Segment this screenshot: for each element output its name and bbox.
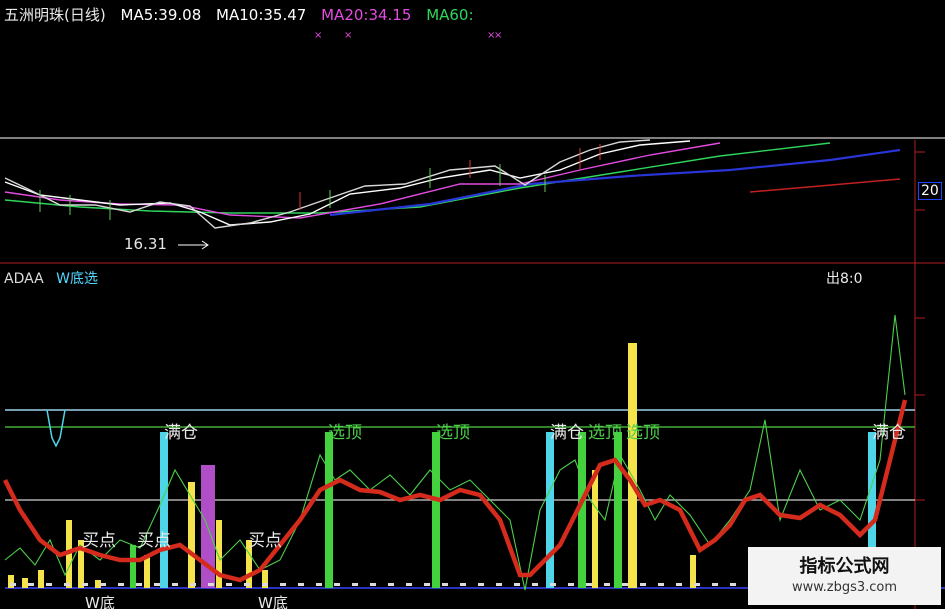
ma60-label: MA60: bbox=[426, 6, 474, 24]
baseline-tick bbox=[172, 583, 178, 586]
spike-marker bbox=[46, 409, 66, 448]
baseline-tick bbox=[424, 583, 430, 586]
signal-full-pos-1: 满仓 bbox=[164, 423, 198, 443]
baseline-tick bbox=[622, 583, 628, 586]
baseline-tick bbox=[550, 583, 556, 586]
baseline-tick bbox=[298, 583, 304, 586]
baseline-tick bbox=[496, 583, 502, 586]
baseline-tick bbox=[244, 583, 250, 586]
baseline-tick bbox=[532, 583, 538, 586]
indicator-bar bbox=[325, 432, 333, 588]
indicator-bar bbox=[592, 470, 598, 588]
svg-text:×: × bbox=[494, 30, 502, 41]
right-axis-value: 20 bbox=[918, 182, 942, 200]
baseline-tick bbox=[730, 583, 736, 586]
ma-blue-line bbox=[329, 148, 901, 217]
ma60-line bbox=[4, 142, 831, 214]
baseline-tick bbox=[460, 583, 466, 586]
signal-select-top-4: 选顶 bbox=[626, 423, 660, 443]
baseline-tick bbox=[586, 583, 592, 586]
signal-buy-point-3: 买点 bbox=[248, 531, 282, 551]
indicator-bar bbox=[432, 432, 440, 588]
signal-full-pos-3: 满仓 bbox=[872, 423, 906, 443]
ma-legend: 五洲明珠(日线) MA5:39.08 MA10:35.47 MA20:34.15… bbox=[4, 4, 484, 28]
watermark-title: 指标公式网 bbox=[799, 556, 890, 577]
baseline-tick bbox=[658, 583, 664, 586]
signal-w-bottom-1: W底 bbox=[85, 594, 115, 609]
baseline-tick bbox=[46, 583, 52, 586]
indicator-bars bbox=[8, 343, 876, 588]
ma10-label: MA10:35.47 bbox=[216, 6, 307, 24]
watermark-url: www.zbgs3.com bbox=[791, 580, 898, 595]
baseline-tick bbox=[154, 583, 160, 586]
baseline-tick bbox=[568, 583, 574, 586]
baseline-tick bbox=[712, 583, 718, 586]
baseline-tick bbox=[208, 583, 214, 586]
stock-chart-window: × × × × 五洲明珠(日线) MA5:39.08 MA10:35.47 MA… bbox=[0, 0, 945, 609]
indicator-bar bbox=[216, 520, 222, 588]
legend-marks: × × × × bbox=[314, 30, 502, 41]
baseline-tick bbox=[388, 583, 394, 586]
ma20-line bbox=[4, 142, 721, 219]
baseline-tick bbox=[514, 583, 520, 586]
baseline-tick bbox=[190, 583, 196, 586]
ma5-line bbox=[4, 139, 651, 229]
signal-select-top-2: 选顶 bbox=[436, 423, 470, 443]
indicator-bar bbox=[8, 575, 14, 588]
indicator-bar bbox=[546, 432, 554, 588]
stock-name-label: 五洲明珠(日线) bbox=[4, 6, 106, 24]
ma-lines bbox=[4, 139, 901, 229]
indicator-bar bbox=[22, 578, 28, 588]
baseline-tick bbox=[28, 583, 34, 586]
indicator-name: ADAA bbox=[4, 271, 44, 287]
signal-select-top-3: 选顶 bbox=[588, 423, 622, 443]
price-low-label: 16.31 bbox=[124, 235, 167, 253]
indicator-header: ADAA W底选 bbox=[4, 268, 98, 288]
baseline-tick bbox=[640, 583, 646, 586]
baseline-tick bbox=[352, 583, 358, 586]
baseline-tick bbox=[280, 583, 286, 586]
baseline-tick bbox=[100, 583, 106, 586]
baseline-tick bbox=[316, 583, 322, 586]
signal-w-bottom-2: W底 bbox=[258, 594, 288, 609]
baseline-tick bbox=[226, 583, 232, 586]
baseline-tick bbox=[370, 583, 376, 586]
baseline-tick bbox=[604, 583, 610, 586]
baseline-tick bbox=[478, 583, 484, 586]
baseline-tick bbox=[136, 583, 142, 586]
baseline-tick bbox=[10, 583, 16, 586]
baseline-tick bbox=[442, 583, 448, 586]
indicator-bar bbox=[38, 570, 44, 588]
signal-full-pos-2: 满仓 bbox=[550, 423, 584, 443]
right-axis-ticks bbox=[915, 151, 925, 501]
baseline-tick bbox=[334, 583, 340, 586]
baseline-tick bbox=[118, 583, 124, 586]
signal-buy-point-1: 买点 bbox=[82, 531, 116, 551]
baseline-tick bbox=[694, 583, 700, 586]
signal-buy-point-2: 买点 bbox=[137, 531, 171, 551]
ma20-label: MA20:34.15 bbox=[321, 6, 412, 24]
indicator-bar bbox=[130, 545, 136, 588]
baseline-tick bbox=[64, 583, 70, 586]
ma-red-line bbox=[749, 178, 901, 193]
indicator-bar bbox=[160, 432, 168, 588]
baseline-tick bbox=[82, 583, 88, 586]
indicator-bar bbox=[628, 343, 637, 588]
right-top-text: 出8:0 bbox=[826, 271, 863, 287]
signal-select-top-1: 选顶 bbox=[328, 423, 362, 443]
baseline-tick bbox=[406, 583, 412, 586]
baseline-tick bbox=[262, 583, 268, 586]
svg-text:×: × bbox=[314, 30, 322, 41]
baseline-tick bbox=[676, 583, 682, 586]
svg-text:×: × bbox=[344, 30, 352, 41]
watermark-box: 指标公式网 www.zbgs3.com bbox=[748, 547, 941, 605]
ma5-label: MA5:39.08 bbox=[120, 6, 202, 24]
indicator-title: W底选 bbox=[56, 271, 98, 287]
chart-canvas[interactable]: × × × × bbox=[0, 0, 945, 609]
